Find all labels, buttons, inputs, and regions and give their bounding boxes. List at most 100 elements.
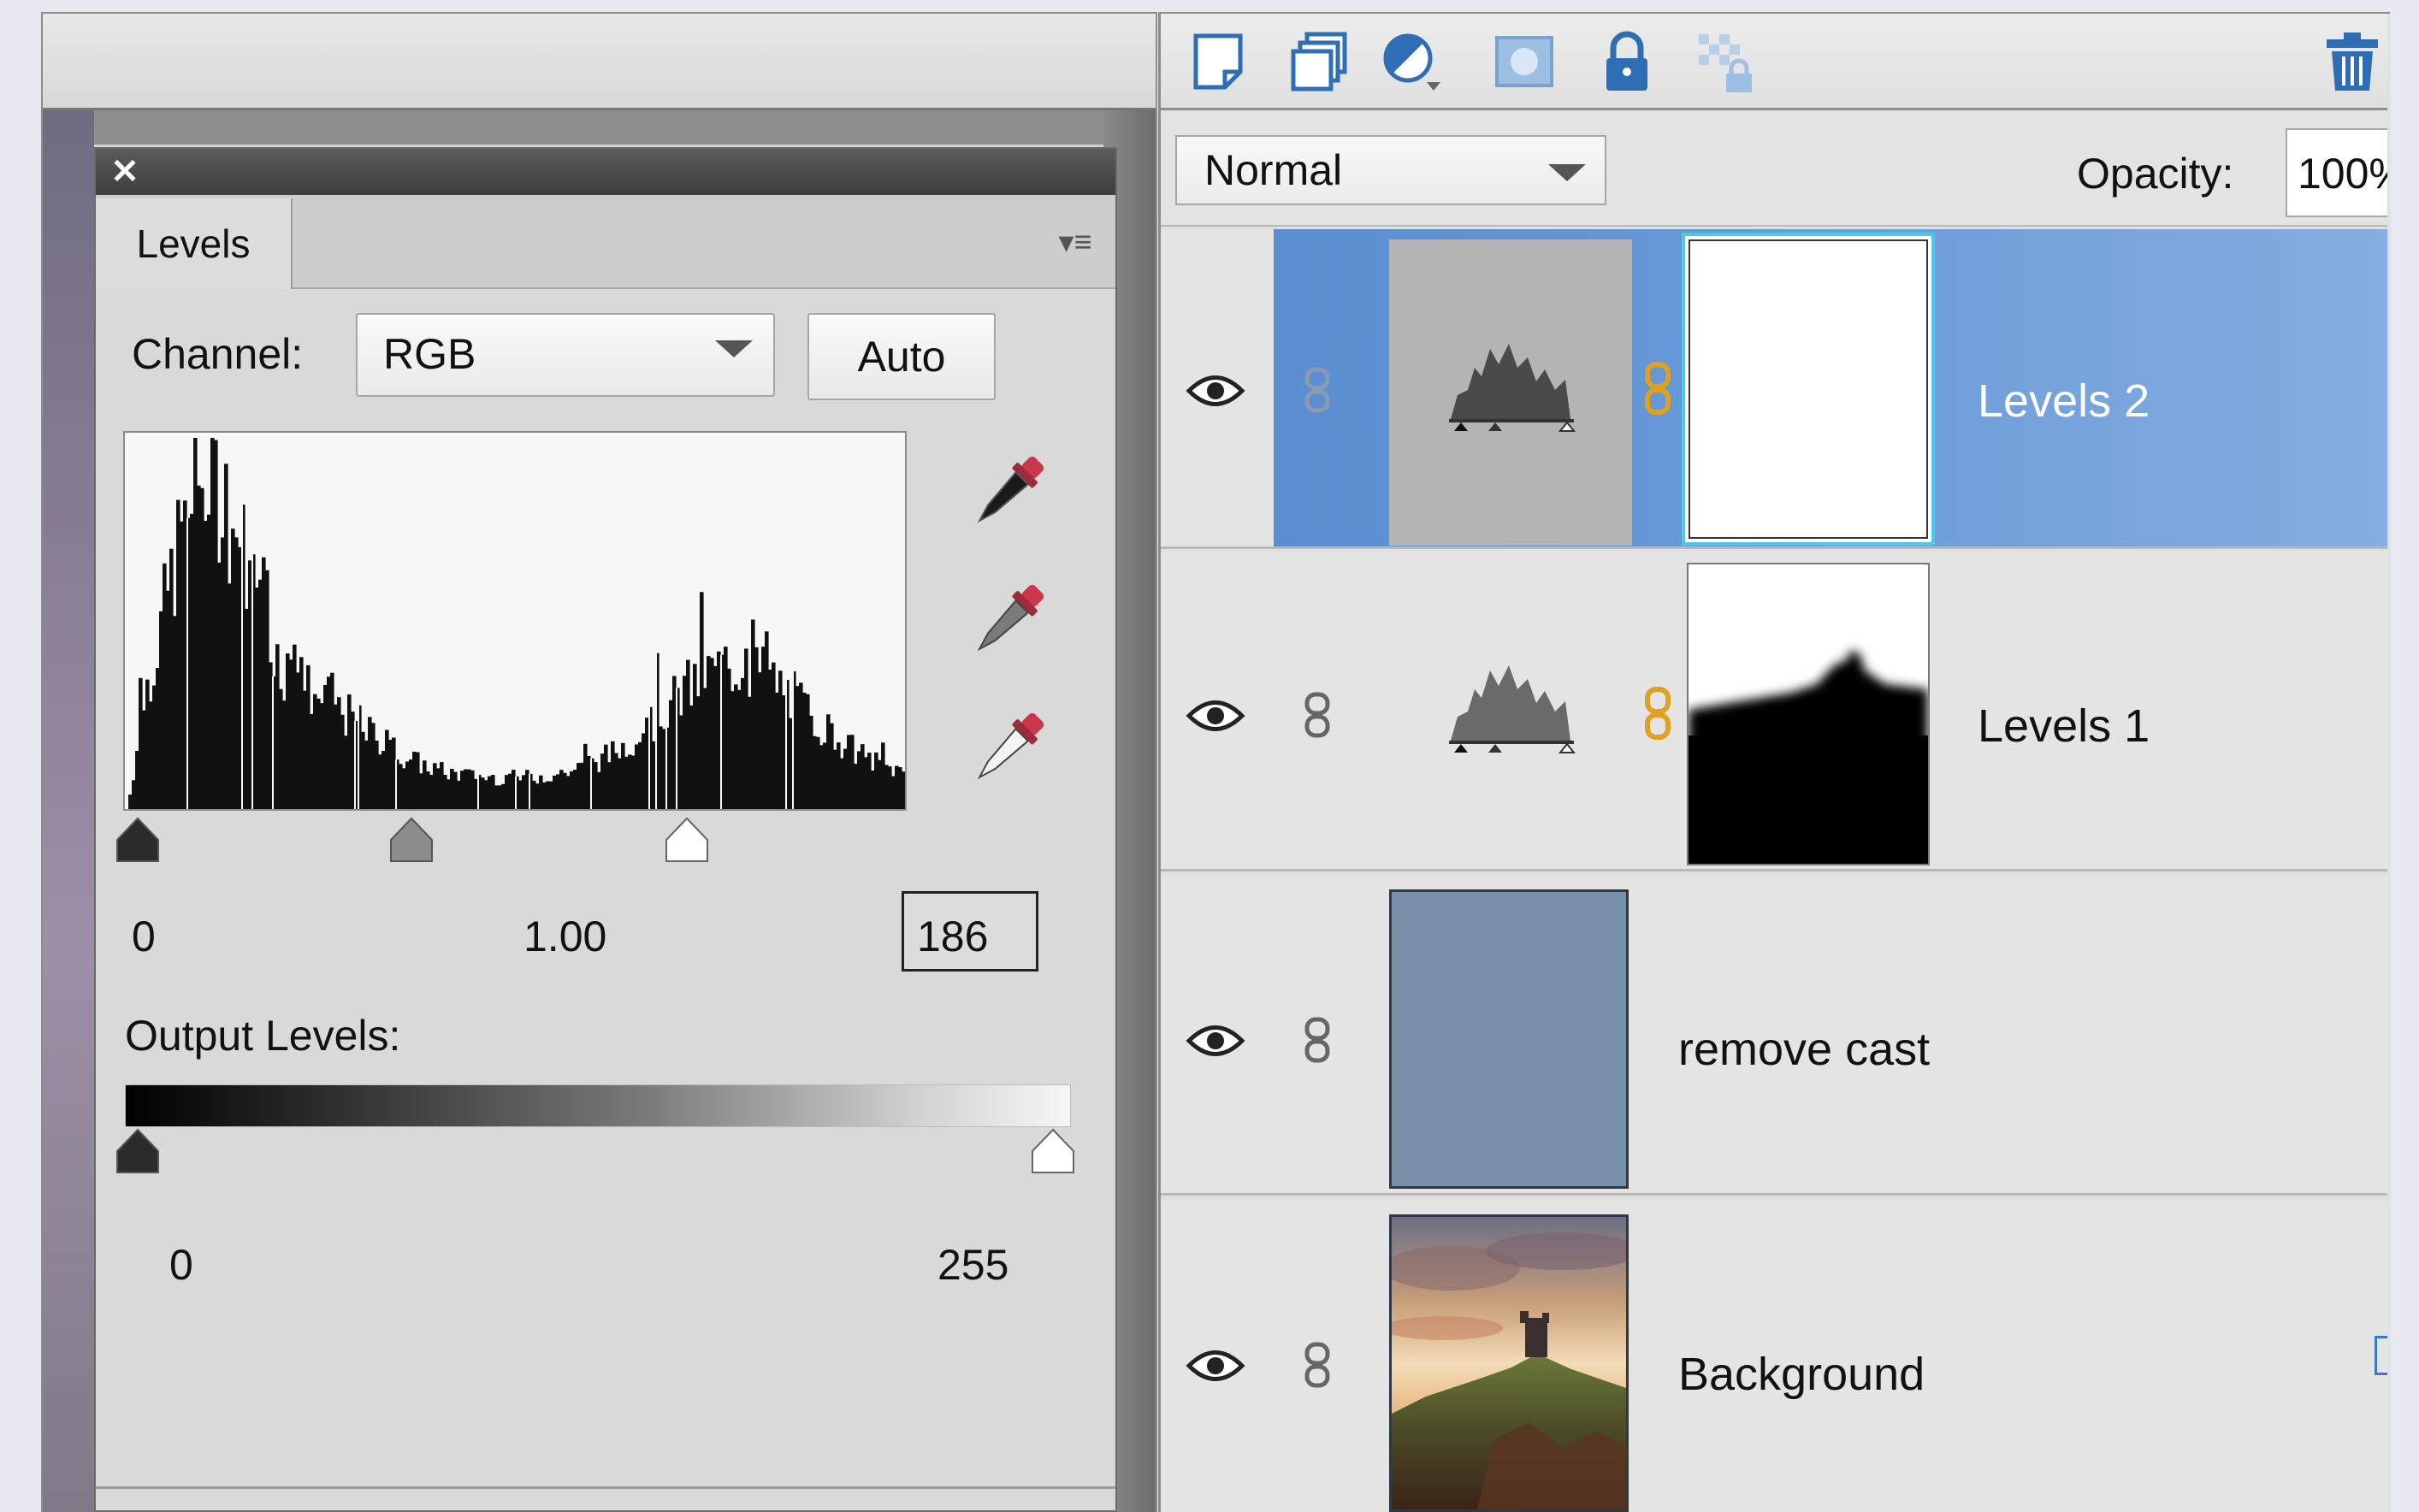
- histogram-gap: [251, 554, 253, 809]
- histogram-bar: [713, 665, 718, 809]
- levels-adjustment-thumbnail[interactable]: [1389, 561, 1632, 867]
- layer-mask-icon[interactable]: [1492, 29, 1557, 94]
- chevron-down-icon: [1548, 164, 1586, 181]
- black-eyedropper-icon[interactable]: [960, 446, 1054, 540]
- visibility-eye-icon[interactable]: [1186, 1019, 1245, 1062]
- output-white-slider-handle[interactable]: [1029, 1127, 1077, 1175]
- histogram-bar: [505, 775, 509, 809]
- visibility-eye-icon[interactable]: [1186, 369, 1245, 412]
- white-eyedropper-icon[interactable]: [960, 703, 1054, 797]
- mask-link-icon[interactable]: [1641, 686, 1675, 741]
- layer-scroll-indicator[interactable]: [2375, 1336, 2387, 1375]
- histogram-bar: [467, 769, 471, 809]
- histogram-bar: [518, 780, 523, 809]
- histogram-bar: [710, 658, 714, 809]
- histogram-bar: [316, 698, 321, 809]
- link-chain-icon[interactable]: [1298, 1341, 1336, 1389]
- histogram-bar: [470, 770, 475, 809]
- histogram-bar: [149, 701, 153, 809]
- levels-panel-titlebar[interactable]: [96, 149, 1115, 195]
- layer-name[interactable]: Levels 2: [1978, 375, 2150, 428]
- visibility-eye-icon[interactable]: [1186, 1344, 1245, 1387]
- output-white-value[interactable]: 255: [937, 1240, 1008, 1290]
- input-black-slider-handle[interactable]: [114, 816, 162, 864]
- input-white-slider-handle[interactable]: [663, 816, 711, 864]
- auto-button[interactable]: Auto: [807, 313, 996, 400]
- histogram-bar: [628, 754, 632, 809]
- histogram-bar: [638, 741, 642, 809]
- histogram-bar: [535, 783, 540, 809]
- histogram-bar: [204, 521, 208, 809]
- histogram-bar: [245, 608, 249, 809]
- histogram-bar: [303, 690, 307, 809]
- histogram-bar: [703, 688, 707, 809]
- histogram-bar: [751, 619, 755, 809]
- histogram-bar: [597, 771, 601, 809]
- histogram-bar: [600, 753, 605, 809]
- input-white-value[interactable]: 186: [917, 912, 988, 961]
- histogram-bar: [340, 714, 345, 809]
- histogram-bar: [128, 794, 133, 809]
- tab-levels[interactable]: Levels: [96, 198, 293, 289]
- histogram-bar: [453, 771, 458, 809]
- input-gamma-slider-handle[interactable]: [387, 816, 435, 864]
- lock-transparency-icon[interactable]: [1694, 29, 1759, 94]
- layer-mask-thumbnail-selected[interactable]: [1682, 233, 1935, 546]
- histogram-gap: [676, 688, 677, 809]
- histogram-bar: [902, 771, 906, 809]
- output-black-value[interactable]: 0: [169, 1240, 193, 1290]
- adjustment-layer-icon[interactable]: [1381, 29, 1446, 94]
- background-photo-thumbnail[interactable]: [1389, 1214, 1629, 1512]
- input-gamma-value[interactable]: 1.00: [523, 912, 606, 961]
- solid-fill-thumbnail[interactable]: [1389, 889, 1629, 1189]
- layer-name[interactable]: remove cast: [1678, 1023, 1930, 1076]
- link-chain-icon[interactable]: [1298, 691, 1336, 739]
- duplicate-layer-icon[interactable]: [1286, 29, 1351, 94]
- histogram-bar: [765, 631, 769, 809]
- histogram-bar: [843, 748, 848, 809]
- histogram-bar: [795, 686, 800, 809]
- layer-name[interactable]: Levels 1: [1978, 700, 2150, 753]
- histogram-bar: [224, 464, 228, 809]
- blend-mode-value: Normal: [1204, 146, 1343, 194]
- link-chain-icon[interactable]: [1298, 1016, 1336, 1064]
- histogram-bar: [604, 744, 608, 809]
- histogram-bar: [327, 676, 331, 809]
- histogram-gap: [515, 776, 517, 809]
- histogram-bar: [888, 766, 892, 809]
- levels-adjustment-thumbnail[interactable]: [1389, 239, 1632, 546]
- histogram-bar: [279, 688, 283, 809]
- layer-mask-thumbnail[interactable]: [1687, 563, 1930, 865]
- input-black-value[interactable]: 0: [132, 912, 156, 961]
- gray-eyedropper-icon[interactable]: [960, 575, 1054, 669]
- opacity-value[interactable]: 100%: [2298, 149, 2387, 198]
- close-icon[interactable]: ✕: [108, 154, 142, 190]
- histogram-bar: [754, 647, 759, 809]
- histogram-bar: [819, 745, 824, 809]
- histogram-bar: [594, 762, 598, 809]
- link-chain-icon[interactable]: [1298, 366, 1336, 414]
- histogram-bar: [402, 768, 406, 809]
- histogram-gap: [354, 720, 356, 809]
- histogram-gap: [590, 758, 592, 809]
- histogram-bar: [296, 672, 300, 809]
- histogram-bar: [262, 557, 266, 809]
- new-layer-icon[interactable]: [1187, 29, 1252, 94]
- visibility-eye-icon[interactable]: [1186, 694, 1245, 737]
- histogram-gap: [655, 653, 657, 809]
- histogram-bar: [621, 742, 625, 809]
- panel-menu-icon[interactable]: ▾≡: [1045, 221, 1105, 263]
- histogram-bar: [689, 705, 694, 809]
- lock-icon[interactable]: [1594, 29, 1659, 94]
- layer-name[interactable]: Background: [1678, 1348, 1925, 1401]
- histogram-bar: [481, 777, 485, 809]
- histogram-bar: [854, 764, 858, 809]
- histogram-bar: [392, 737, 396, 809]
- histogram-bar: [573, 770, 577, 809]
- histogram-bar: [727, 668, 731, 809]
- histogram-bar: [255, 588, 259, 809]
- histogram-bar: [423, 760, 427, 809]
- mask-link-icon[interactable]: [1641, 361, 1675, 416]
- output-black-slider-handle[interactable]: [114, 1127, 162, 1175]
- trash-icon[interactable]: [2320, 29, 2385, 94]
